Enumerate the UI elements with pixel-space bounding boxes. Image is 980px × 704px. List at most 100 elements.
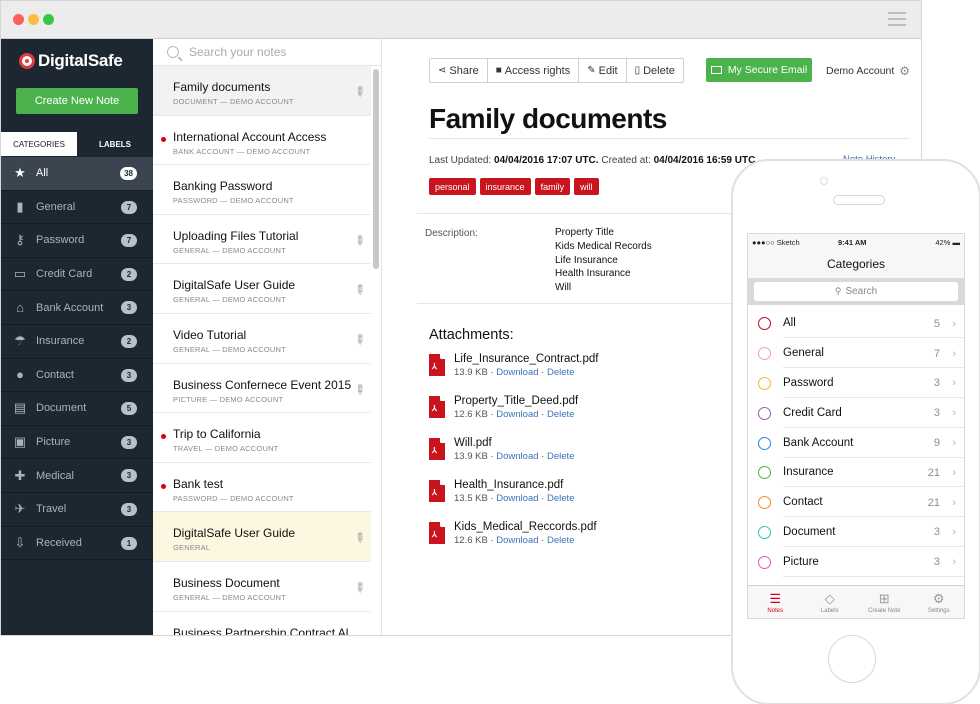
tab-create-note[interactable]: ⊞ Create Note xyxy=(857,586,912,618)
phone-mockup: ●●●○○ Sketch 9:41 AM 42% ▬ Categories ⚲ S… xyxy=(731,159,980,704)
category-list: ★ All 38 ▮ General 7 ⚷ Password 7 ▭ Credit Card… xyxy=(1,157,153,561)
list-item[interactable]: Uploading Files Tutorial GENERAL — DEMO A… xyxy=(153,215,371,265)
phone-category-list: All 5 › General 7 › Password 3 › Credit Card 3 ›… xyxy=(748,305,964,577)
list-item[interactable]: Video Tutorial GENERAL — DEMO ACCOUNT ✎ xyxy=(153,314,371,364)
tag-badge[interactable]: insurance xyxy=(479,178,531,195)
tab-categories[interactable]: CATEGORIES xyxy=(1,132,77,156)
list-icon: ☰ xyxy=(769,590,782,606)
picture-category-icon xyxy=(758,555,771,569)
access-rights-button[interactable]: ■ Access rights xyxy=(488,59,580,82)
download-link[interactable]: Download xyxy=(496,535,538,546)
list-item[interactable]: DigitalSafe User Guide GENERAL — DEMO ACC… xyxy=(153,264,371,314)
delete-attachment-link[interactable]: Delete xyxy=(547,451,574,462)
credit-card-category-icon xyxy=(758,406,771,420)
sidebar-tabs: CATEGORIES LABELS xyxy=(1,132,153,156)
phone-row-password[interactable]: Password 3 › xyxy=(748,369,964,399)
phone-row-contact[interactable]: Contact 21 › xyxy=(748,488,964,518)
sidebar-item-general[interactable]: ▮ General 7 xyxy=(1,191,153,225)
phone-row-general[interactable]: General 7 › xyxy=(748,339,964,369)
pdf-file-icon: ⅄ xyxy=(429,396,445,418)
count-badge: 2 xyxy=(121,267,137,281)
phone-row-all[interactable]: All 5 › xyxy=(748,309,964,339)
notes-scrollbar[interactable] xyxy=(373,69,379,269)
my-secure-email-button[interactable]: My Secure Email xyxy=(706,58,812,82)
sidebar-item-medical[interactable]: ✚ Medical 3 xyxy=(1,459,153,493)
edit-button[interactable]: ✎ Edit xyxy=(579,59,627,82)
phone-search-input[interactable]: ⚲ Search xyxy=(754,282,958,301)
phone-row-document[interactable]: Document 3 › xyxy=(748,518,964,548)
search-notes-input[interactable]: Search your notes xyxy=(153,39,381,66)
list-item[interactable]: Business Partnership Contract Al xyxy=(153,612,371,635)
maximize-window-button[interactable] xyxy=(43,14,54,25)
account-menu[interactable]: Demo Account ⚙ xyxy=(826,64,910,78)
list-item[interactable]: Bank test PASSWORD — DEMO ACCOUNT xyxy=(153,463,371,513)
hamburger-menu-icon[interactable] xyxy=(888,12,906,30)
tag-badge[interactable]: will xyxy=(574,178,599,195)
attachment-item: ⅄ Property_Title_Deed.pdf 12.6 KB · Downlo… xyxy=(429,395,598,437)
phone-tab-bar: ☰ Notes ◇ Labels ⊞ Create Note ⚙ Settings xyxy=(748,585,965,618)
chevron-right-icon: › xyxy=(952,407,956,420)
count-badge: 3 xyxy=(121,469,137,483)
sidebar-item-contact[interactable]: ● Contact 3 xyxy=(1,359,153,393)
sidebar-item-document[interactable]: ▤ Document 5 xyxy=(1,392,153,426)
tag-badge[interactable]: family xyxy=(534,178,571,195)
list-item[interactable]: Business Confernece Event 2015 PICTURE — … xyxy=(153,364,371,414)
list-item[interactable]: Business Document GENERAL — DEMO ACCOUNT ✎ xyxy=(153,562,371,612)
sidebar-item-picture[interactable]: ▣ Picture 3 xyxy=(1,426,153,460)
count-badge: 3 xyxy=(121,368,137,382)
sidebar-item-insurance[interactable]: ☂ Insurance 2 xyxy=(1,325,153,359)
phone-row-credit-card[interactable]: Credit Card 3 › xyxy=(748,398,964,428)
count-badge: 5 xyxy=(121,402,137,416)
chevron-right-icon: › xyxy=(952,556,956,569)
unread-dot-icon xyxy=(161,483,166,489)
tab-settings[interactable]: ⚙ Settings xyxy=(912,586,965,618)
page-title: Family documents xyxy=(429,103,667,134)
battery-indicator: 42% ▬ xyxy=(935,237,960,247)
delete-button[interactable]: ▯ Delete xyxy=(627,59,683,82)
contact-category-icon xyxy=(758,496,771,510)
list-item[interactable]: DigitalSafe User Guide GENERAL ✎ xyxy=(153,512,371,562)
sidebar-item-bank-account[interactable]: ⌂ Bank Account 3 xyxy=(1,291,153,325)
sidebar-item-received[interactable]: ⇩ Received 1 xyxy=(1,527,153,561)
delete-attachment-link[interactable]: Delete xyxy=(547,409,574,420)
download-link[interactable]: Download xyxy=(496,409,538,420)
sidebar-item-all[interactable]: ★ All 38 xyxy=(1,157,153,191)
phone-row-picture[interactable]: Picture 3 › xyxy=(748,547,964,577)
home-button[interactable] xyxy=(828,635,876,683)
chevron-right-icon: › xyxy=(952,526,956,539)
medical-kit-icon: ✚ xyxy=(14,467,26,483)
tab-notes[interactable]: ☰ Notes xyxy=(748,586,803,618)
tab-labels[interactable]: LABELS xyxy=(77,132,153,156)
pdf-file-icon: ⅄ xyxy=(429,438,445,460)
close-window-button[interactable] xyxy=(13,14,24,25)
tag-badge[interactable]: personal xyxy=(429,178,476,195)
phone-row-bank-account[interactable]: Bank Account 9 › xyxy=(748,428,964,458)
sidebar-item-credit-card[interactable]: ▭ Credit Card 2 xyxy=(1,258,153,292)
delete-attachment-link[interactable]: Delete xyxy=(547,367,574,378)
share-icon: ⋖ xyxy=(438,65,447,76)
download-link[interactable]: Download xyxy=(496,493,538,504)
sidebar-item-travel[interactable]: ✈ Travel 3 xyxy=(1,493,153,527)
tab-labels[interactable]: ◇ Labels xyxy=(803,586,858,618)
list-item[interactable]: Banking Password PASSWORD — DEMO ACCOUNT xyxy=(153,165,371,215)
delete-attachment-link[interactable]: Delete xyxy=(547,493,574,504)
pdf-file-icon: ⅄ xyxy=(429,354,445,376)
count-badge: 7 xyxy=(121,200,137,214)
download-link[interactable]: Download xyxy=(496,451,538,462)
phone-row-insurance[interactable]: Insurance 21 › xyxy=(748,458,964,488)
list-item[interactable]: International Account Access BANK ACCOUNT… xyxy=(153,116,371,166)
unread-dot-icon xyxy=(161,136,166,142)
list-item[interactable]: Family documents DOCUMENT — DEMO ACCOUNT ✎ xyxy=(153,66,371,116)
sidebar: DigitalSafe Create New Note CATEGORIES L… xyxy=(1,39,153,635)
sidebar-item-password[interactable]: ⚷ Password 7 xyxy=(1,224,153,258)
delete-attachment-link[interactable]: Delete xyxy=(547,535,574,546)
attachment-item: ⅄ Kids_Medical_Reccords.pdf 12.6 KB · Down… xyxy=(429,521,598,563)
create-new-note-button[interactable]: Create New Note xyxy=(16,88,138,114)
share-button[interactable]: ⋖ Share xyxy=(430,59,488,82)
pencil-icon: ✎ xyxy=(587,65,596,76)
download-link[interactable]: Download xyxy=(496,367,538,378)
minimize-window-button[interactable] xyxy=(28,14,39,25)
attachment-item: ⅄ Life_Insurance_Contract.pdf 13.9 KB · Do… xyxy=(429,353,598,395)
list-item[interactable]: Trip to California TRAVEL — DEMO ACCOUNT xyxy=(153,413,371,463)
gear-icon[interactable]: ⚙ xyxy=(899,64,910,78)
